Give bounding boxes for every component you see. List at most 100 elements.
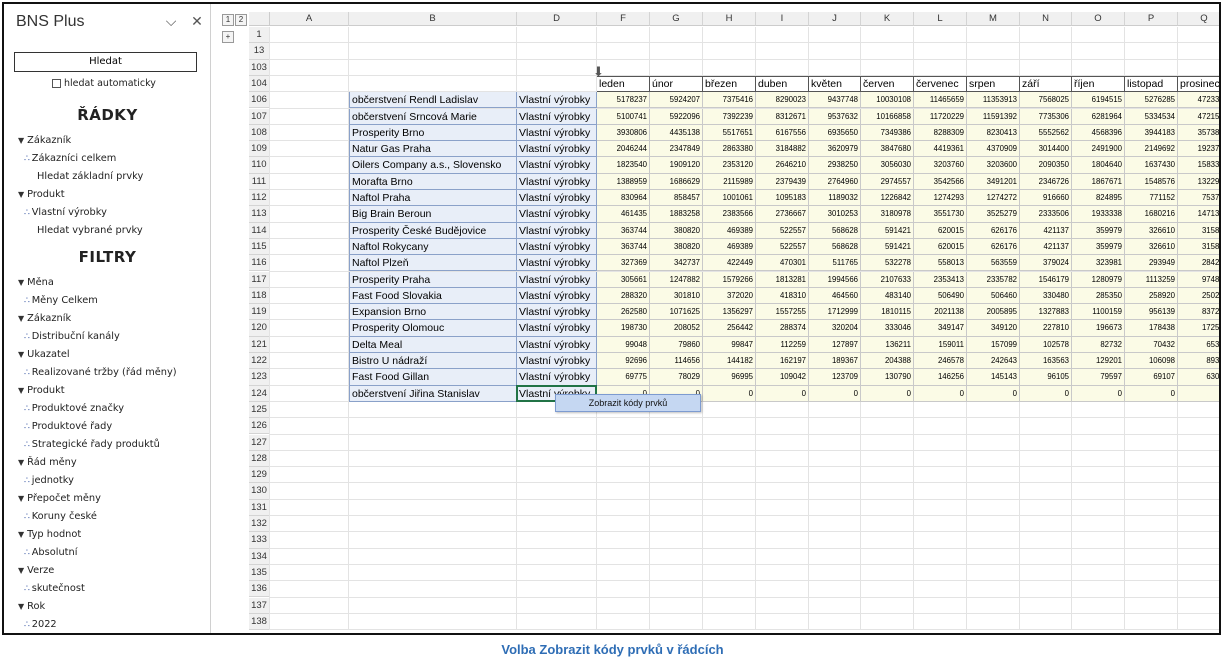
value-cell[interactable]: 109042 (756, 369, 809, 386)
value-cell[interactable]: 305661 (597, 271, 650, 288)
row-header[interactable]: 104 (249, 75, 270, 93)
value-cell[interactable]: 3542566 (914, 173, 967, 190)
customer-name-cell[interactable]: občerstvení Jiřina Stanislav (349, 385, 517, 402)
row-header[interactable]: 112 (249, 190, 270, 207)
month-header-cell[interactable]: říjen (1072, 75, 1125, 93)
value-cell[interactable]: 3944183 (1125, 124, 1178, 142)
row-header[interactable]: 129 (249, 467, 270, 484)
value-cell[interactable]: 89388 (1178, 353, 1219, 370)
value-cell[interactable]: 3847680 (861, 141, 914, 158)
tree-item-leaf[interactable]: ∴ skutečnost (4, 580, 210, 598)
value-cell[interactable]: 146256 (914, 369, 967, 386)
value-cell[interactable]: 1933338 (1072, 206, 1125, 223)
row-header[interactable]: 108 (249, 124, 270, 142)
value-cell[interactable]: 4370909 (967, 141, 1020, 158)
value-cell[interactable]: 293949 (1125, 255, 1178, 272)
tree-item-grp[interactable]: ▼ Verze (4, 562, 210, 580)
value-cell[interactable]: 69775 (597, 369, 650, 386)
value-cell[interactable]: 1583310 (1178, 157, 1219, 174)
customer-name-cell[interactable]: Naftol Plzeň (349, 255, 517, 272)
product-type-cell[interactable]: Vlastní výrobky (517, 157, 597, 174)
row-header[interactable]: 124 (249, 385, 270, 402)
month-header-cell[interactable]: duben (756, 75, 809, 93)
expand-triangle-icon[interactable]: ▼ (18, 132, 24, 150)
value-cell[interactable]: 461435 (597, 206, 650, 223)
value-cell[interactable]: 2974557 (861, 173, 914, 190)
row-header[interactable]: 106 (249, 92, 270, 109)
product-type-cell[interactable]: Vlastní výrobky (517, 304, 597, 321)
value-cell[interactable]: 4721543 (1178, 108, 1219, 125)
value-cell[interactable]: 327369 (597, 255, 650, 272)
value-cell[interactable]: 7568025 (1020, 92, 1072, 109)
month-header-cell[interactable]: září (1020, 75, 1072, 93)
product-type-cell[interactable]: Vlastní výrobky (517, 255, 597, 272)
value-cell[interactable]: 7349386 (861, 124, 914, 142)
value-cell[interactable]: 208052 (650, 320, 703, 337)
value-cell[interactable]: 145143 (967, 369, 1020, 386)
row-header[interactable]: 132 (249, 516, 270, 533)
row-header[interactable]: 114 (249, 222, 270, 239)
value-cell[interactable]: 3184882 (756, 141, 809, 158)
value-cell[interactable]: 4568396 (1072, 124, 1125, 142)
tree-item-grp[interactable]: ▼ Typ hodnot (4, 526, 210, 544)
value-cell[interactable]: 10030108 (861, 92, 914, 109)
column-header[interactable]: N (1020, 12, 1072, 26)
outline-level-1-button[interactable]: 1 (222, 14, 234, 26)
value-cell[interactable]: 136211 (861, 336, 914, 353)
value-cell[interactable]: 6194515 (1072, 92, 1125, 109)
month-header-cell[interactable]: listopad (1125, 75, 1178, 93)
value-cell[interactable]: 2736667 (756, 206, 809, 223)
value-cell[interactable]: 363744 (597, 222, 650, 239)
value-cell[interactable]: 2005895 (967, 304, 1020, 321)
value-cell[interactable]: 2115989 (703, 173, 756, 190)
column-header[interactable]: H (703, 12, 756, 26)
spreadsheet[interactable]: 1 2 + A B D F G H I J K L M N O P Q 1 13 103 104 106 107 108 1… (212, 4, 1219, 633)
tree-item-leaf[interactable]: ∴ Realizované tržby (řád měny) (4, 364, 210, 382)
value-cell[interactable]: 626176 (967, 222, 1020, 239)
value-cell[interactable]: 112259 (756, 336, 809, 353)
column-header[interactable]: I (756, 12, 809, 26)
customer-name-cell[interactable]: Prosperity Olomouc (349, 320, 517, 337)
customer-name-cell[interactable]: Prosperity Brno (349, 124, 517, 142)
value-cell[interactable]: 359979 (1072, 222, 1125, 239)
value-cell[interactable]: 4723397 (1178, 92, 1219, 109)
value-cell[interactable]: 1579266 (703, 271, 756, 288)
chevron-down-icon[interactable]: ⌵ (158, 14, 184, 30)
value-cell[interactable]: 8230413 (967, 124, 1020, 142)
select-all-corner[interactable] (249, 12, 270, 26)
value-cell[interactable]: 1686629 (650, 173, 703, 190)
value-cell[interactable]: 114656 (650, 353, 703, 370)
customer-name-cell[interactable]: Morafta Brno (349, 173, 517, 190)
value-cell[interactable]: 285350 (1072, 287, 1125, 305)
value-cell[interactable]: 1823540 (597, 157, 650, 174)
tree-item-leaf[interactable]: ∴ Produktové značky (4, 400, 210, 418)
customer-name-cell[interactable]: občerstvení Rendl Ladislav (349, 92, 517, 109)
product-type-cell[interactable]: Vlastní výrobky (517, 92, 597, 109)
value-cell[interactable]: 1804640 (1072, 157, 1125, 174)
value-cell[interactable]: 558013 (914, 255, 967, 272)
auto-search-checkbox[interactable] (52, 79, 61, 88)
product-type-cell[interactable]: Vlastní výrobky (517, 287, 597, 305)
value-cell[interactable]: 1712999 (809, 304, 861, 321)
value-cell[interactable]: 830964 (597, 190, 650, 207)
value-cell[interactable]: 6281964 (1072, 108, 1125, 125)
value-cell[interactable]: 1356297 (703, 304, 756, 321)
value-cell[interactable]: 620015 (914, 238, 967, 256)
value-cell[interactable]: 288374 (756, 320, 809, 337)
value-cell[interactable]: 96105 (1020, 369, 1072, 386)
product-type-cell[interactable]: Vlastní výrobky (517, 173, 597, 190)
month-header-cell[interactable]: květen (809, 75, 861, 93)
value-cell[interactable]: 320204 (809, 320, 861, 337)
tree-item-leaf[interactable]: ∴ Produktové řady (4, 418, 210, 436)
value-cell[interactable]: 0 (1072, 385, 1125, 402)
value-cell[interactable]: 11465659 (914, 92, 967, 109)
value-cell[interactable]: 163563 (1020, 353, 1072, 370)
value-cell[interactable]: 11720229 (914, 108, 967, 125)
value-cell[interactable]: 1810115 (861, 304, 914, 321)
tree-item-grp[interactable]: ▼ Zákazník (4, 310, 210, 328)
value-cell[interactable]: 6167556 (756, 124, 809, 142)
value-cell[interactable]: 2764960 (809, 173, 861, 190)
value-cell[interactable]: 63028 (1178, 369, 1219, 386)
customer-name-cell[interactable]: Natur Gas Praha (349, 141, 517, 158)
value-cell[interactable]: 5276285 (1125, 92, 1178, 109)
